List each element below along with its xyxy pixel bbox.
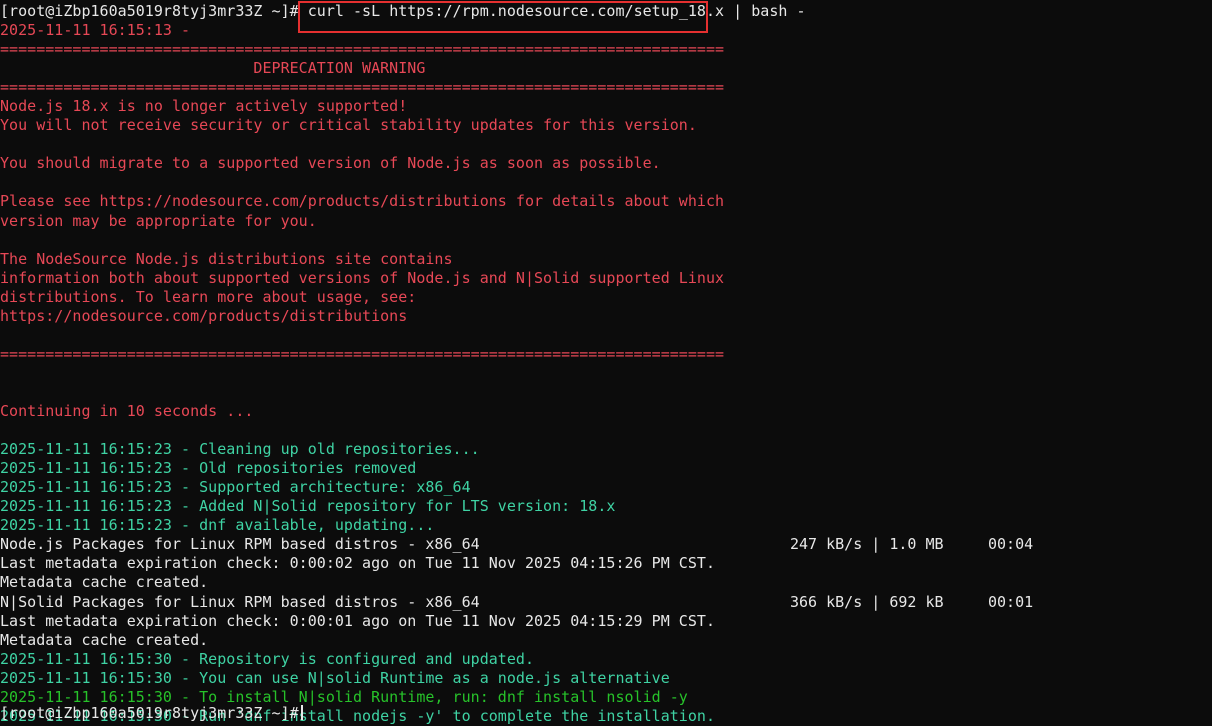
output-line: ========================================… [0,78,725,97]
text-cursor [300,705,303,720]
output-line: 2025-11-11 16:15:23 - dnf available, upd… [0,516,435,535]
final-prompt-line[interactable]: [root@iZbp160a5019r8tyj3mr33Z ~]# [0,704,303,723]
output-line: Metadata cache created. [0,573,209,592]
output-line: 2025-11-11 16:15:23 - Old repositories r… [0,459,417,478]
command-line: [root@iZbp160a5019r8tyj3mr33Z ~]# curl -… [0,2,806,21]
output-line: version may be appropriate for you. [0,211,317,230]
prompt: [root@iZbp160a5019r8tyj3mr33Z ~]# [0,2,299,20]
output-line: information both about supported version… [0,268,725,287]
output-line: You should migrate to a supported versio… [0,154,661,173]
output-line: 2025-11-11 16:15:13 - [0,21,191,39]
output-line: Node.js 18.x is no longer actively suppo… [0,97,408,116]
output-line: 2025-11-11 16:15:23 - Added N|Solid repo… [0,497,616,516]
output-line: 2025-11-11 16:15:23 - Cleaning up old re… [0,440,480,459]
download-rate: 247 kB/s | 1.0 MB [790,535,944,554]
download-rate: 366 kB/s | 692 kB [790,592,944,611]
command-text: curl -sL https://rpm.nodesource.com/setu… [298,2,806,20]
output-line: You will not receive security or critica… [0,116,697,135]
output-line: https://nodesource.com/products/distribu… [0,306,408,325]
output-line: 2025-11-11 16:15:23 - Supported architec… [0,478,471,497]
output-line: 2025-11-11 16:15:30 - You can use N|soli… [0,668,670,687]
output-line: ========================================… [0,344,725,363]
download-time: 00:04 [988,535,1034,554]
output-line: distributions. To learn more about usage… [0,287,417,306]
output-line: Continuing in 10 seconds ... [0,402,254,420]
output-line: 2025-11-11 16:15:30 - Repository is conf… [0,649,534,668]
output-line: Node.js Packages for Linux RPM based dis… [0,535,480,554]
download-time: 00:01 [988,592,1034,611]
output-line: ========================================… [0,40,725,59]
output-line: Last metadata expiration check: 0:00:02 … [0,554,716,573]
final-prompt: [root@iZbp160a5019r8tyj3mr33Z ~]# [0,704,299,722]
output-line: N|Solid Packages for Linux RPM based dis… [0,592,480,611]
output-line: Last metadata expiration check: 0:00:01 … [0,611,716,630]
terminal-window[interactable]: [root@iZbp160a5019r8tyj3mr33Z ~]# curl -… [0,0,1212,725]
output-line: Metadata cache created. [0,630,209,649]
output-line: DEPRECATION WARNING [0,59,426,78]
output-line: The NodeSource Node.js distributions sit… [0,249,453,268]
output-line: Please see https://nodesource.com/produc… [0,192,725,211]
